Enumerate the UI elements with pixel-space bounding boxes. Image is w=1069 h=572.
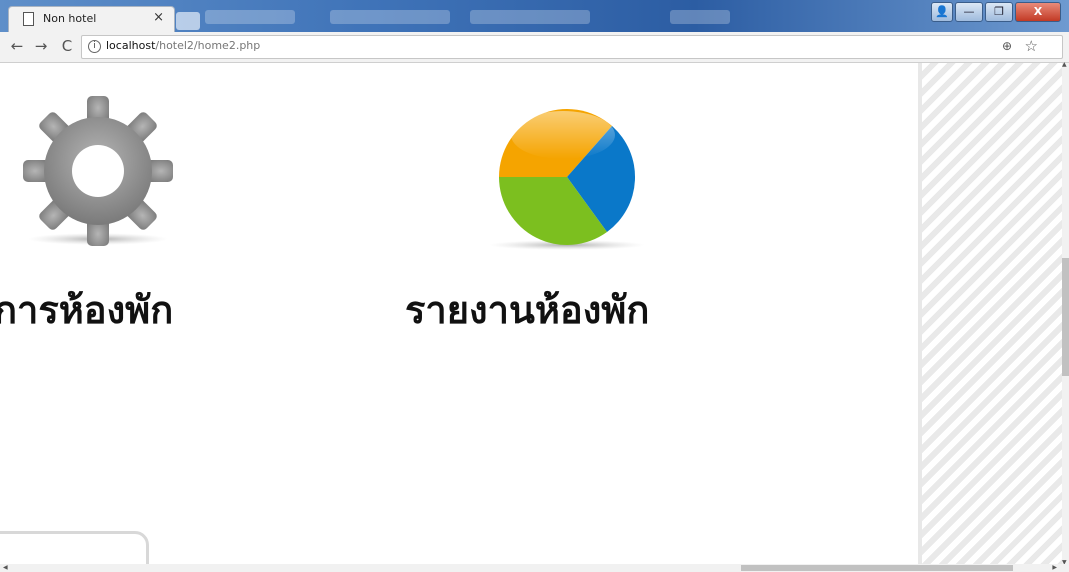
browser-title-bar: Non hotel × 👤 — ❐ X (0, 0, 1069, 32)
background-tab[interactable] (205, 10, 295, 24)
vertical-scrollbar-thumb[interactable] (1062, 258, 1069, 376)
url-text[interactable]: localhost/hotel2/home2.php (106, 39, 260, 52)
pie-chart-icon[interactable] (484, 103, 654, 253)
bookmark-star-icon[interactable]: ☆ (1025, 37, 1038, 55)
horizontal-scrollbar-thumb[interactable] (741, 565, 1013, 571)
tile-label-room-management[interactable]: การห้องพัก (0, 279, 173, 340)
zoom-icon[interactable]: ⊕ (1002, 39, 1012, 53)
bottom-card (0, 531, 149, 564)
window-controls: 👤 — ❐ X (931, 2, 1061, 22)
background-tab[interactable] (470, 10, 590, 24)
url-host: localhost (106, 39, 156, 52)
back-arrow-icon[interactable]: ← (8, 37, 26, 55)
new-tab-button[interactable] (176, 12, 200, 30)
close-window-button[interactable]: X (1015, 2, 1061, 22)
reload-icon[interactable]: C (58, 37, 76, 55)
address-bar[interactable]: i localhost/hotel2/home2.php ⊕ ☆ ⋮ (81, 35, 1069, 59)
browser-toolbar: ← → C i localhost/hotel2/home2.php ⊕ ☆ ⋮ (0, 32, 1069, 63)
tab-non-hotel[interactable]: Non hotel × (8, 6, 175, 32)
tab-close-button[interactable]: × (153, 10, 164, 25)
gear-icon[interactable] (20, 91, 175, 251)
background-tab[interactable] (330, 10, 450, 24)
user-icon[interactable]: 👤 (931, 2, 953, 22)
tab-title: Non hotel (43, 12, 97, 25)
page-icon (23, 12, 34, 26)
info-icon[interactable]: i (88, 40, 101, 53)
maximize-button[interactable]: ❐ (985, 2, 1013, 22)
page-content: การห้องพัก รายงานห้องพัก (0, 63, 918, 564)
scroll-right-arrow-icon[interactable]: ▶ (1052, 564, 1057, 571)
forward-arrow-icon[interactable]: → (32, 37, 50, 55)
vertical-scrollbar[interactable]: ▲ ▼ (1062, 61, 1069, 566)
horizontal-scrollbar[interactable]: ◀ ▶ (0, 564, 1069, 572)
tile-label-room-report[interactable]: รายงานห้องพัก (405, 279, 649, 340)
scroll-left-arrow-icon[interactable]: ◀ (3, 564, 8, 571)
minimize-button[interactable]: — (955, 2, 983, 22)
scroll-up-arrow-icon[interactable]: ▲ (1062, 61, 1067, 68)
striped-side-panel (918, 63, 1062, 564)
url-path: /hotel2/home2.php (155, 39, 261, 52)
background-tab[interactable] (670, 10, 730, 24)
